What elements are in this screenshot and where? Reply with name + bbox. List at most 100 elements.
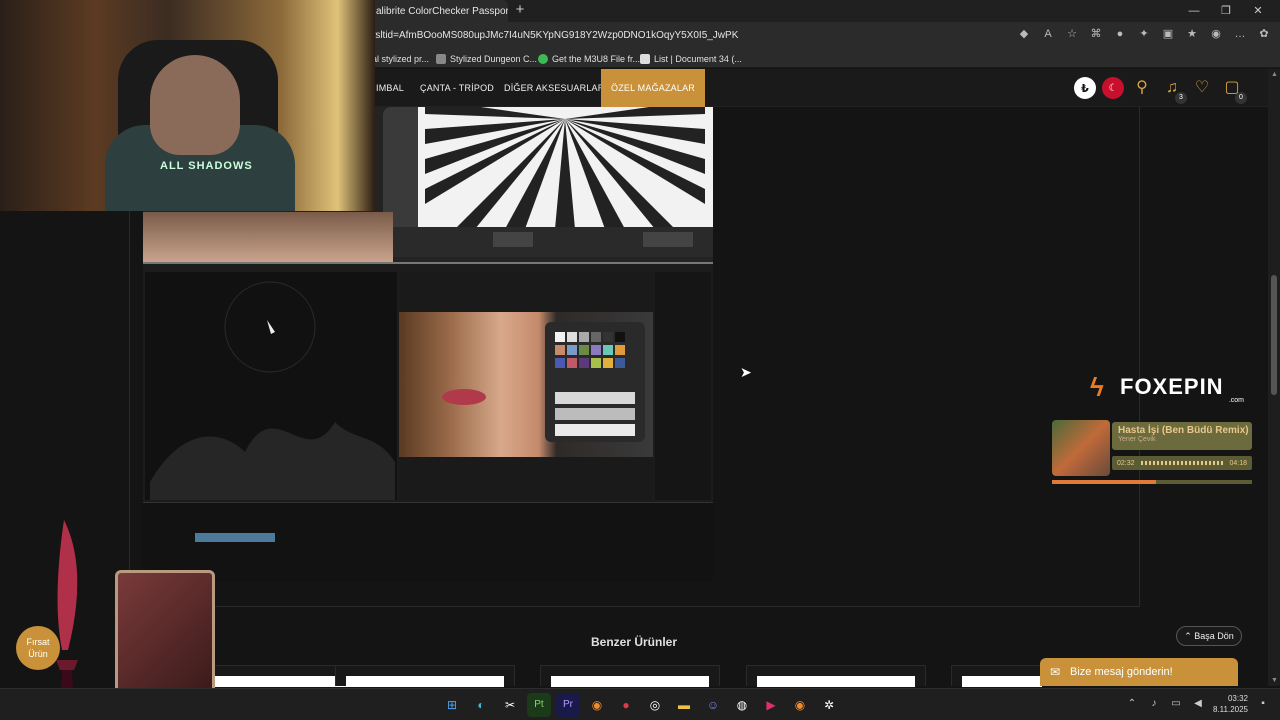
profile-icon[interactable]: ◉ xyxy=(1208,26,1224,42)
bookmark-icon xyxy=(538,54,548,64)
bookmark-label: Get the M3U8 File fr... xyxy=(552,54,641,64)
wishlist-heart-icon[interactable]: ♡ xyxy=(1190,76,1214,100)
scroll-down-icon[interactable]: ▼ xyxy=(1271,677,1278,684)
nav-item-canta-tripod[interactable]: ÇANTA - TRİPOD xyxy=(420,69,494,107)
nav-item-diger-aksesuarlar[interactable]: DİĞER AKSESUARLAR xyxy=(504,69,604,107)
blender-icon[interactable]: ◉ xyxy=(585,693,609,717)
product-card-image xyxy=(962,676,1042,687)
product-card[interactable] xyxy=(335,665,515,687)
music-waveform-bar: 02:32 04:18 xyxy=(1112,456,1252,470)
game-controller-icon[interactable]: ⌘ xyxy=(1088,26,1104,42)
book-overlay xyxy=(115,570,215,698)
current-time: 02:32 xyxy=(1117,459,1135,467)
file-explorer-icon[interactable]: ▬ xyxy=(672,693,696,717)
logo-sub: .com xyxy=(1228,397,1244,404)
media-player-icon[interactable]: ▶ xyxy=(759,693,783,717)
bookmark-item[interactable]: al stylized pr... xyxy=(372,52,429,66)
chat-icon: ✉ xyxy=(1050,665,1061,679)
back-to-top-label: Başa Dön xyxy=(1194,631,1234,641)
browser-tab[interactable]: alibrite ColorChecker Passport P ✕ xyxy=(372,0,508,22)
copilot-icon[interactable]: ✿ xyxy=(1256,26,1272,42)
product-card-image xyxy=(551,676,709,687)
minimize-button[interactable]: — xyxy=(1178,2,1210,20)
obs-icon[interactable]: ◍ xyxy=(730,693,754,717)
system-tray: ⌃ ♪ ▭ ◀ 03:32 8.11.2025 ▪ xyxy=(1125,693,1270,715)
taskbar-apps: ⊞ ◐ ✂ Pt Pr ◉ ● ◎ ▬ ☺ ◍ ▶ ◉ ✲ xyxy=(440,693,841,717)
currency-selector[interactable]: ₺ xyxy=(1074,77,1096,99)
send-message-button[interactable]: ✉ Bize mesaj gönderin! xyxy=(1040,658,1238,686)
shirt-text: ALL SHADOWS xyxy=(160,160,253,172)
scroll-up-icon[interactable]: ▲ xyxy=(1271,71,1278,78)
foxepin-logo: ϟ FOXEPIN .com xyxy=(1090,370,1250,404)
scrollbar-thumb[interactable] xyxy=(1271,275,1277,395)
start-menu-icon[interactable]: ⊞ xyxy=(440,693,464,717)
language-flag-icon[interactable]: ☾ xyxy=(1102,77,1124,99)
settings-gear-icon[interactable]: ✲ xyxy=(817,693,841,717)
music-info: Hasta İşi (Ben Büdü Remix) Yener Çevik xyxy=(1112,422,1252,450)
inspector-panel xyxy=(655,272,711,500)
song-title: Hasta İşi (Ben Büdü Remix) xyxy=(1118,425,1249,436)
pt-app-icon[interactable]: Pt xyxy=(527,693,551,717)
split-screen-icon[interactable]: ▣ xyxy=(1160,26,1176,42)
nav-item-ozel-magazalar[interactable]: ÖZEL MAĞAZALAR xyxy=(601,69,705,107)
tray-overflow-icon[interactable]: ⌃ xyxy=(1125,697,1139,711)
restore-button[interactable]: ❐ xyxy=(1210,2,1242,20)
webcam-overlay: ALL SHADOWS xyxy=(0,0,375,211)
product-card[interactable] xyxy=(540,665,720,687)
send-message-label: Bize mesaj gönderin! xyxy=(1070,666,1173,678)
tag-icon[interactable]: ◆ xyxy=(1016,26,1032,42)
url-field[interactable]: rsltid=AfmBOooMS080upJMc7I4uN5KYpNG918Y2… xyxy=(372,27,1012,45)
mouse-cursor-icon: ➤ xyxy=(740,364,752,380)
cart-icon[interactable]: ▢ 0 xyxy=(1220,76,1247,104)
app-red-icon[interactable]: ● xyxy=(614,693,638,717)
clock[interactable]: 03:32 8.11.2025 xyxy=(1213,693,1248,715)
music-progress xyxy=(1052,480,1252,484)
knife-overlay xyxy=(56,520,78,710)
bookmark-icon xyxy=(640,54,650,64)
product-card[interactable] xyxy=(746,665,926,687)
puzzle-icon[interactable]: ✦ xyxy=(1136,26,1152,42)
clock-date: 8.11.2025 xyxy=(1213,705,1248,714)
tab-title: alibrite ColorChecker Passport P xyxy=(376,5,508,17)
blender-2-icon[interactable]: ◉ xyxy=(788,693,812,717)
more-menu-icon[interactable]: … xyxy=(1232,26,1248,42)
notification-center-icon[interactable]: ▪ xyxy=(1256,697,1270,711)
video-viewer xyxy=(399,272,653,500)
product-card-image xyxy=(346,676,504,687)
back-to-top-button[interactable]: ⌃ Başa Dön xyxy=(1176,626,1242,646)
edge-browser-icon[interactable]: ◐ xyxy=(469,693,493,717)
product-card[interactable] xyxy=(951,665,1042,687)
page-scrollbar[interactable]: ▲ ▼ xyxy=(1268,69,1280,686)
album-art xyxy=(1052,420,1110,476)
snipping-tool-icon[interactable]: ✂ xyxy=(498,693,522,717)
favorite-star-icon[interactable]: ☆ xyxy=(1064,26,1080,42)
app-circle-icon[interactable]: ◎ xyxy=(643,693,667,717)
timeline-panel xyxy=(143,502,713,582)
premiere-icon[interactable]: Pr xyxy=(556,693,580,717)
hand-image xyxy=(143,212,393,262)
song-artist: Yener Çevik xyxy=(1118,436,1156,443)
bookmark-item[interactable]: Get the M3U8 File fr... xyxy=(538,52,640,66)
read-aloud-icon[interactable]: A xyxy=(1040,26,1056,42)
bookmark-item[interactable]: Stylized Dungeon C... xyxy=(436,52,537,66)
bookmark-item[interactable]: List | Document 34 (... xyxy=(640,52,742,66)
logo-text: FOXEPIN xyxy=(1120,374,1224,399)
favorites-icon[interactable]: ★ xyxy=(1184,26,1200,42)
person-head xyxy=(150,55,240,155)
bookmark-label: Stylized Dungeon C... xyxy=(450,54,538,64)
notification-bell-icon[interactable]: ♫ 3 xyxy=(1160,76,1187,104)
discord-icon[interactable]: ☺ xyxy=(701,693,725,717)
network-icon[interactable]: ▭ xyxy=(1169,697,1183,711)
fox-logo-icon: ϟ xyxy=(1090,372,1104,402)
user-account-icon[interactable]: ⚲ xyxy=(1130,76,1154,100)
new-tab-button[interactable]: + xyxy=(512,2,528,18)
nav-item-gimbal[interactable]: IMBAL xyxy=(376,69,404,107)
extension-icon[interactable]: ● xyxy=(1112,26,1128,42)
microphone-icon[interactable]: ♪ xyxy=(1147,697,1161,711)
bookmark-label: al stylized pr... xyxy=(372,54,430,64)
bookmark-label: List | Document 34 (... xyxy=(654,54,742,64)
video-editor-screenshot xyxy=(143,262,713,582)
waveform xyxy=(1140,461,1224,465)
close-window-button[interactable]: ✕ xyxy=(1242,2,1274,20)
volume-icon[interactable]: ◀ xyxy=(1191,697,1205,711)
